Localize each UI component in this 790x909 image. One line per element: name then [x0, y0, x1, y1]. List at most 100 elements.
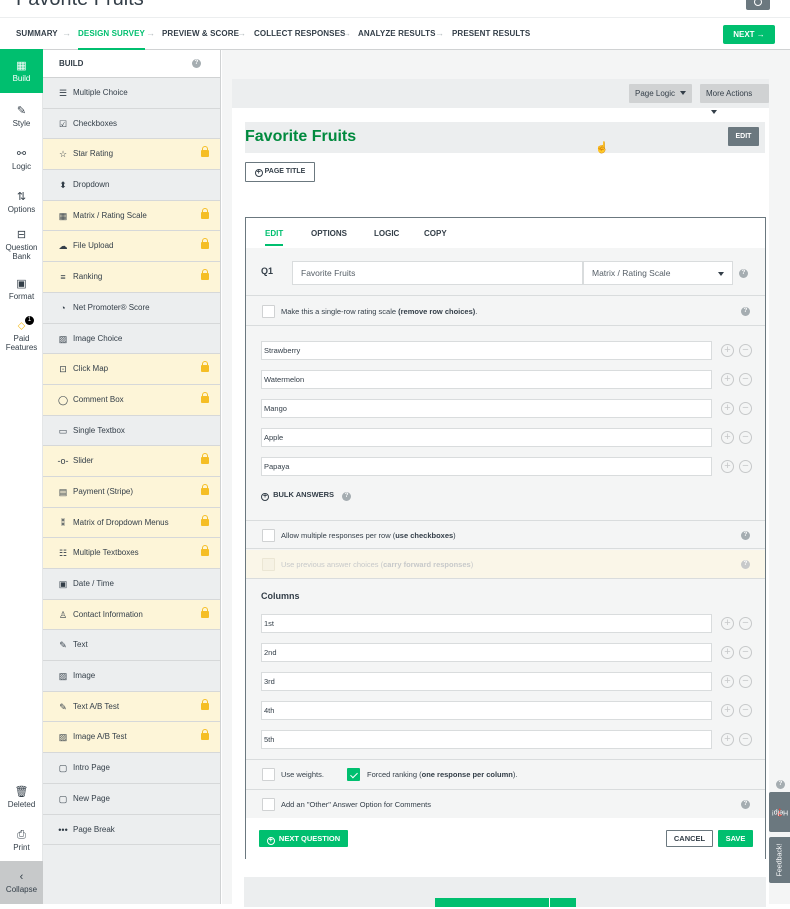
row-choice-input[interactable]: Strawberry: [261, 341, 712, 360]
other-option-checkbox[interactable]: [262, 798, 275, 811]
column-choice-input[interactable]: 3rd: [261, 672, 712, 691]
column-choice-input[interactable]: 5th: [261, 730, 712, 749]
question-type-item[interactable]: ☆ Star Rating: [43, 139, 220, 171]
row-choice-input[interactable]: Watermelon: [261, 370, 712, 389]
rail-logic[interactable]: ⚯ Logic: [0, 136, 43, 179]
remove-column-choice-icon[interactable]: −: [739, 704, 752, 717]
add-question-button[interactable]: [435, 898, 576, 907]
add-page-title-button[interactable]: + PAGE TITLE: [245, 162, 315, 182]
question-type-select[interactable]: Matrix / Rating Scale: [583, 261, 733, 285]
question-type-item[interactable]: ☑ Checkboxes: [43, 108, 220, 140]
remove-row-choice-icon[interactable]: −: [739, 402, 752, 415]
column-choice-input[interactable]: 4th: [261, 701, 712, 720]
remove-row-choice-icon[interactable]: −: [739, 373, 752, 386]
step-present-results[interactable]: PRESENT RESULTS: [452, 18, 530, 50]
row-choice-input[interactable]: Papaya: [261, 457, 712, 476]
remove-column-choice-icon[interactable]: −: [739, 733, 752, 746]
help-tab[interactable]: ❓ Help!: [769, 792, 790, 832]
rail-print[interactable]: ⎙ Print: [0, 823, 43, 861]
help-icon[interactable]: ?: [741, 307, 750, 316]
feedback-tab[interactable]: Feedback!: [769, 837, 790, 883]
add-column-choice-icon[interactable]: +: [721, 733, 734, 746]
remove-column-choice-icon[interactable]: −: [739, 646, 752, 659]
question-type-item[interactable]: ▢ Intro Page: [43, 753, 220, 784]
question-type-item[interactable]: ▦ Matrix / Rating Scale: [43, 200, 220, 232]
question-type-item[interactable]: ✎ Text: [43, 630, 220, 662]
remove-column-choice-icon[interactable]: −: [739, 617, 752, 630]
column-choice-input[interactable]: 2nd: [261, 643, 712, 662]
question-type-item[interactable]: ▢ New Page: [43, 783, 220, 815]
add-row-choice-icon[interactable]: +: [721, 402, 734, 415]
save-button[interactable]: SAVE: [718, 830, 753, 847]
next-question-button[interactable]: + NEXT QUESTION: [259, 830, 348, 847]
remove-row-choice-icon[interactable]: −: [739, 344, 752, 357]
help-icon[interactable]: ?: [741, 531, 750, 540]
next-button[interactable]: NEXT →: [723, 25, 775, 44]
top-action-button[interactable]: [746, 0, 770, 10]
step-summary[interactable]: SUMMARY: [16, 18, 58, 50]
question-type-item[interactable]: ▨ Image A/B Test: [43, 722, 220, 754]
question-type-item[interactable]: ☰ Multiple Choice: [43, 78, 220, 109]
rail-style[interactable]: ✎ Style: [0, 93, 43, 136]
add-row-choice-icon[interactable]: +: [721, 344, 734, 357]
question-text-input[interactable]: Favorite Fruits: [292, 261, 583, 285]
use-weights-checkbox[interactable]: [262, 768, 275, 781]
help-icon[interactable]: ?: [192, 59, 201, 68]
multi-responses-checkbox[interactable]: [262, 529, 275, 542]
tab-logic[interactable]: LOGIC: [374, 229, 399, 246]
question-type-item[interactable]: ⬍ Dropdown: [43, 170, 220, 201]
column-choice-input[interactable]: 1st: [261, 614, 712, 633]
rail-format[interactable]: ▣ Format: [0, 268, 43, 311]
question-type-item[interactable]: ♙ Contact Information: [43, 599, 220, 631]
tab-options[interactable]: OPTIONS: [311, 229, 347, 246]
single-row-checkbox[interactable]: [262, 305, 275, 318]
cancel-button[interactable]: CANCEL: [666, 830, 713, 847]
rail-deleted[interactable]: 🗑 Deleted: [0, 780, 43, 823]
question-type-item[interactable]: -o- Slider: [43, 446, 220, 477]
help-icon[interactable]: ?: [739, 269, 748, 278]
question-type-item[interactable]: ••• Page Break: [43, 814, 220, 846]
step-preview-score[interactable]: PREVIEW & SCORE: [162, 18, 239, 50]
question-type-item[interactable]: ≡ Ranking: [43, 262, 220, 293]
step-analyze-results[interactable]: ANALYZE RESULTS: [358, 18, 436, 50]
question-type-item[interactable]: ⊡ Click Map: [43, 354, 220, 385]
remove-column-choice-icon[interactable]: −: [739, 675, 752, 688]
tab-copy[interactable]: COPY: [424, 229, 447, 246]
add-row-choice-icon[interactable]: +: [721, 373, 734, 386]
question-type-item[interactable]: ◯ Comment Box: [43, 384, 220, 416]
question-type-item[interactable]: ▤ Payment (Stripe): [43, 476, 220, 508]
question-type-item[interactable]: ✎ Text A/B Test: [43, 691, 220, 723]
help-icon[interactable]: ?: [741, 800, 750, 809]
page-logic-dropdown[interactable]: Page Logic: [629, 84, 693, 103]
help-icon[interactable]: ?: [342, 492, 352, 501]
question-type-item[interactable]: ◔ Net Promoter® Score: [43, 292, 220, 324]
bulk-answers-button[interactable]: + BULK ANSWERS?: [261, 490, 352, 501]
rail-options[interactable]: ⇅ Options: [0, 179, 43, 222]
more-actions-dropdown[interactable]: More Actions: [700, 84, 769, 114]
question-type-item[interactable]: ▭ Single Textbox: [43, 415, 220, 447]
add-row-choice-icon[interactable]: +: [721, 431, 734, 444]
rail-paid-features[interactable]: ⬦ 1 Paid Features: [0, 311, 43, 357]
forced-ranking-checkbox[interactable]: [347, 768, 360, 781]
rail-question-bank[interactable]: ⊟ Question Bank: [0, 222, 43, 268]
add-column-choice-icon[interactable]: +: [721, 675, 734, 688]
row-choice-input[interactable]: Apple: [261, 428, 712, 447]
add-column-choice-icon[interactable]: +: [721, 617, 734, 630]
step-design-survey[interactable]: DESIGN SURVEY: [78, 18, 145, 50]
tab-edit[interactable]: EDIT: [265, 229, 284, 246]
remove-row-choice-icon[interactable]: −: [739, 460, 752, 473]
question-type-item[interactable]: ▨ Image Choice: [43, 323, 220, 355]
rail-collapse[interactable]: ‹ Collapse: [0, 861, 43, 904]
help-icon[interactable]: ?: [776, 780, 785, 789]
question-type-item[interactable]: ▨ Image: [43, 661, 220, 692]
rail-build[interactable]: ▦ Build: [0, 50, 43, 93]
edit-title-button[interactable]: EDIT: [728, 127, 759, 146]
step-collect-responses[interactable]: COLLECT RESPONSES: [254, 18, 346, 50]
add-row-choice-icon[interactable]: +: [721, 460, 734, 473]
question-type-item[interactable]: ☁ File Upload: [43, 231, 220, 263]
question-type-item[interactable]: ☷ Multiple Textboxes: [43, 538, 220, 569]
question-type-item[interactable]: ⁑ Matrix of Dropdown Menus: [43, 507, 220, 539]
add-column-choice-icon[interactable]: +: [721, 704, 734, 717]
add-column-choice-icon[interactable]: +: [721, 646, 734, 659]
row-choice-input[interactable]: Mango: [261, 399, 712, 418]
